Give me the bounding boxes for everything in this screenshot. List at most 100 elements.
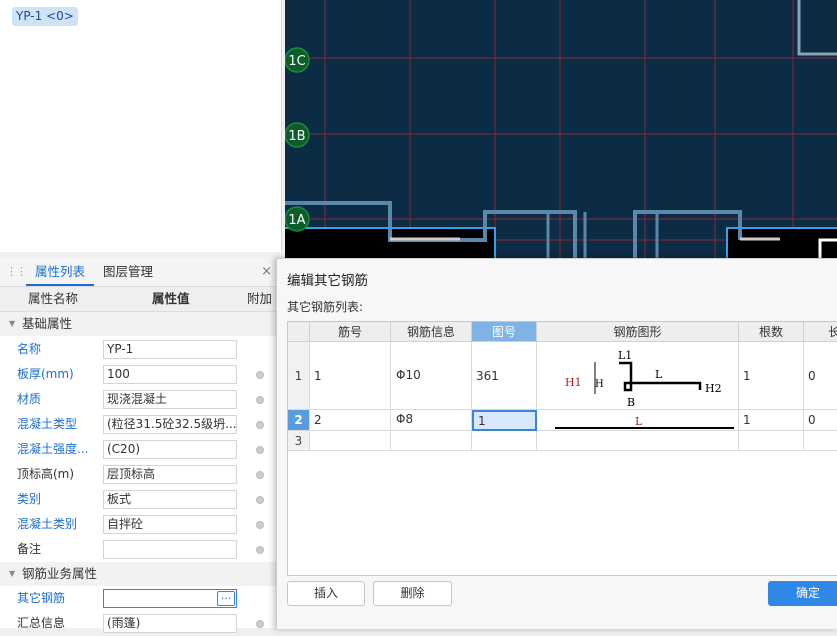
svg-text:L: L: [635, 415, 643, 428]
attach-checkbox[interactable]: [256, 620, 264, 628]
rebar-shape-361-diagram: H1 H L1 L H2 B: [565, 349, 722, 409]
property-name: 顶标高(m): [17, 467, 75, 481]
drag-grip-icon[interactable]: ⋮⋮: [6, 265, 27, 279]
property-row[interactable]: 混凝土类型 (粒径31.5砼32.5级坍...: [0, 412, 282, 437]
svg-text:B: B: [627, 396, 635, 409]
edit-other-rebar-dialog: 编辑其它钢筋 其它钢筋列表: 筋号 钢筋信息 图号 钢筋图形 根数 长 1 1 …: [276, 258, 837, 629]
property-row[interactable]: 备注: [0, 537, 282, 562]
cell-count[interactable]: 1: [739, 410, 804, 431]
cad-canvas[interactable]: 1C 1B 1A: [284, 0, 837, 258]
property-row[interactable]: 混凝土强度... (C20): [0, 437, 282, 462]
property-value-field[interactable]: YP-1: [103, 340, 237, 359]
property-name: 材质: [17, 392, 42, 406]
property-row-other-rebar[interactable]: 其它钢筋 ···: [0, 586, 282, 611]
header-rebar-shape[interactable]: 钢筋图形: [537, 322, 739, 342]
cell-rebar-info[interactable]: Φ8: [391, 410, 472, 431]
property-name: 汇总信息: [17, 616, 66, 630]
header-bar-number[interactable]: 筋号: [310, 322, 391, 342]
axis-bubble-1c: 1C: [284, 47, 310, 73]
svg-text:H1: H1: [565, 376, 582, 389]
header-rebar-info[interactable]: 钢筋信息: [391, 322, 472, 342]
close-icon[interactable]: ×: [261, 258, 272, 286]
property-value-field[interactable]: (C20): [103, 440, 237, 459]
rebar-table: 筋号 钢筋信息 图号 钢筋图形 根数 长 1 1 Φ10 361 H1 H L1…: [287, 321, 837, 576]
cell-rebar-info[interactable]: [391, 431, 472, 451]
property-name: 混凝土类型: [17, 417, 78, 431]
property-name: 混凝土类别: [17, 517, 78, 531]
rebar-list-label: 其它钢筋列表:: [287, 300, 364, 314]
cell-length[interactable]: 0: [804, 410, 837, 431]
insert-button[interactable]: 插入: [287, 581, 365, 606]
cell-bar-number[interactable]: [310, 431, 391, 451]
attach-checkbox[interactable]: [256, 471, 264, 479]
attach-checkbox[interactable]: [256, 446, 264, 454]
header-corner: [288, 322, 310, 342]
tab-layer-management[interactable]: 图层管理: [103, 258, 153, 286]
property-value-field[interactable]: (粒径31.5砼32.5级坍...: [103, 415, 237, 434]
section-rebar-properties[interactable]: ▼ 钢筋业务属性: [0, 562, 282, 586]
property-panel-tabs: ⋮⋮ 属性列表 图层管理 ×: [0, 258, 282, 287]
cell-count[interactable]: [739, 431, 804, 451]
cell-count[interactable]: 1: [739, 342, 804, 410]
cell-bar-number[interactable]: 1: [310, 342, 391, 410]
svg-text:H2: H2: [705, 382, 722, 395]
tree-item-yp1[interactable]: YP-1 <0>: [12, 7, 78, 26]
property-name: 名称: [17, 342, 42, 356]
property-row[interactable]: 名称 YP-1: [0, 337, 282, 362]
delete-button[interactable]: 删除: [373, 581, 452, 606]
property-row[interactable]: 类别 板式: [0, 487, 282, 512]
property-name: 备注: [17, 542, 42, 556]
property-name: 混凝土强度...: [17, 442, 89, 456]
cell-shape-number-editing[interactable]: 1: [472, 410, 537, 431]
cell-length[interactable]: 0: [804, 342, 837, 410]
dialog-title: 编辑其它钢筋: [287, 273, 368, 289]
property-row[interactable]: 混凝土类别 自拌砼: [0, 512, 282, 537]
property-row[interactable]: 板厚(mm) 100: [0, 362, 282, 387]
collapse-caret-icon[interactable]: ▼: [9, 562, 15, 586]
header-shape-number[interactable]: 图号: [472, 322, 537, 342]
ellipsis-button[interactable]: ···: [217, 591, 235, 606]
cell-rebar-shape[interactable]: H1 H L1 L H2 B: [537, 342, 739, 410]
ok-button[interactable]: 确定: [768, 581, 837, 606]
header-count[interactable]: 根数: [739, 322, 804, 342]
property-row-summary[interactable]: 汇总信息 (雨篷): [0, 611, 282, 636]
section-basic-properties[interactable]: ▼ 基础属性: [0, 312, 282, 336]
svg-text:L1: L1: [618, 349, 632, 362]
cell-shape-number[interactable]: [472, 431, 537, 451]
axis-bubble-1a: 1A: [284, 206, 310, 232]
property-row[interactable]: 顶标高(m) 层顶标高: [0, 462, 282, 487]
attach-checkbox[interactable]: [256, 396, 264, 404]
svg-text:H: H: [595, 379, 604, 390]
cell-rebar-shape[interactable]: L: [537, 410, 739, 431]
property-row[interactable]: 材质 现浇混凝土: [0, 387, 282, 412]
header-length[interactable]: 长: [804, 322, 837, 342]
row-number[interactable]: 2: [288, 410, 310, 431]
attach-checkbox[interactable]: [256, 521, 264, 529]
cell-rebar-shape[interactable]: [537, 431, 739, 451]
collapse-caret-icon[interactable]: ▼: [9, 312, 15, 336]
summary-value[interactable]: (雨篷): [103, 614, 237, 633]
attach-checkbox[interactable]: [256, 371, 264, 379]
property-value-field[interactable]: 层顶标高: [103, 465, 237, 484]
cell-length[interactable]: [804, 431, 837, 451]
cell-bar-number[interactable]: 2: [310, 410, 391, 431]
property-name: 其它钢筋: [17, 591, 66, 605]
svg-text:1B: 1B: [288, 129, 305, 144]
attach-checkbox[interactable]: [256, 546, 264, 554]
section-title: 基础属性: [22, 316, 73, 331]
property-value-field[interactable]: 板式: [103, 490, 237, 509]
attach-checkbox[interactable]: [256, 421, 264, 429]
cell-shape-number[interactable]: 361: [472, 342, 537, 410]
attach-checkbox[interactable]: [256, 496, 264, 504]
property-value-field[interactable]: [103, 540, 237, 559]
tab-property-list[interactable]: 属性列表: [26, 258, 94, 286]
property-value-field[interactable]: 100: [103, 365, 237, 384]
property-value-field[interactable]: 自拌砼: [103, 515, 237, 534]
row-number[interactable]: 3: [288, 431, 310, 451]
axis-bubble-1b: 1B: [284, 122, 310, 148]
component-tree-panel: YP-1 <0>: [0, 0, 282, 252]
property-name: 板厚(mm): [17, 367, 74, 381]
property-value-field[interactable]: 现浇混凝土: [103, 390, 237, 409]
row-number[interactable]: 1: [288, 342, 310, 410]
cell-rebar-info[interactable]: Φ10: [391, 342, 472, 410]
